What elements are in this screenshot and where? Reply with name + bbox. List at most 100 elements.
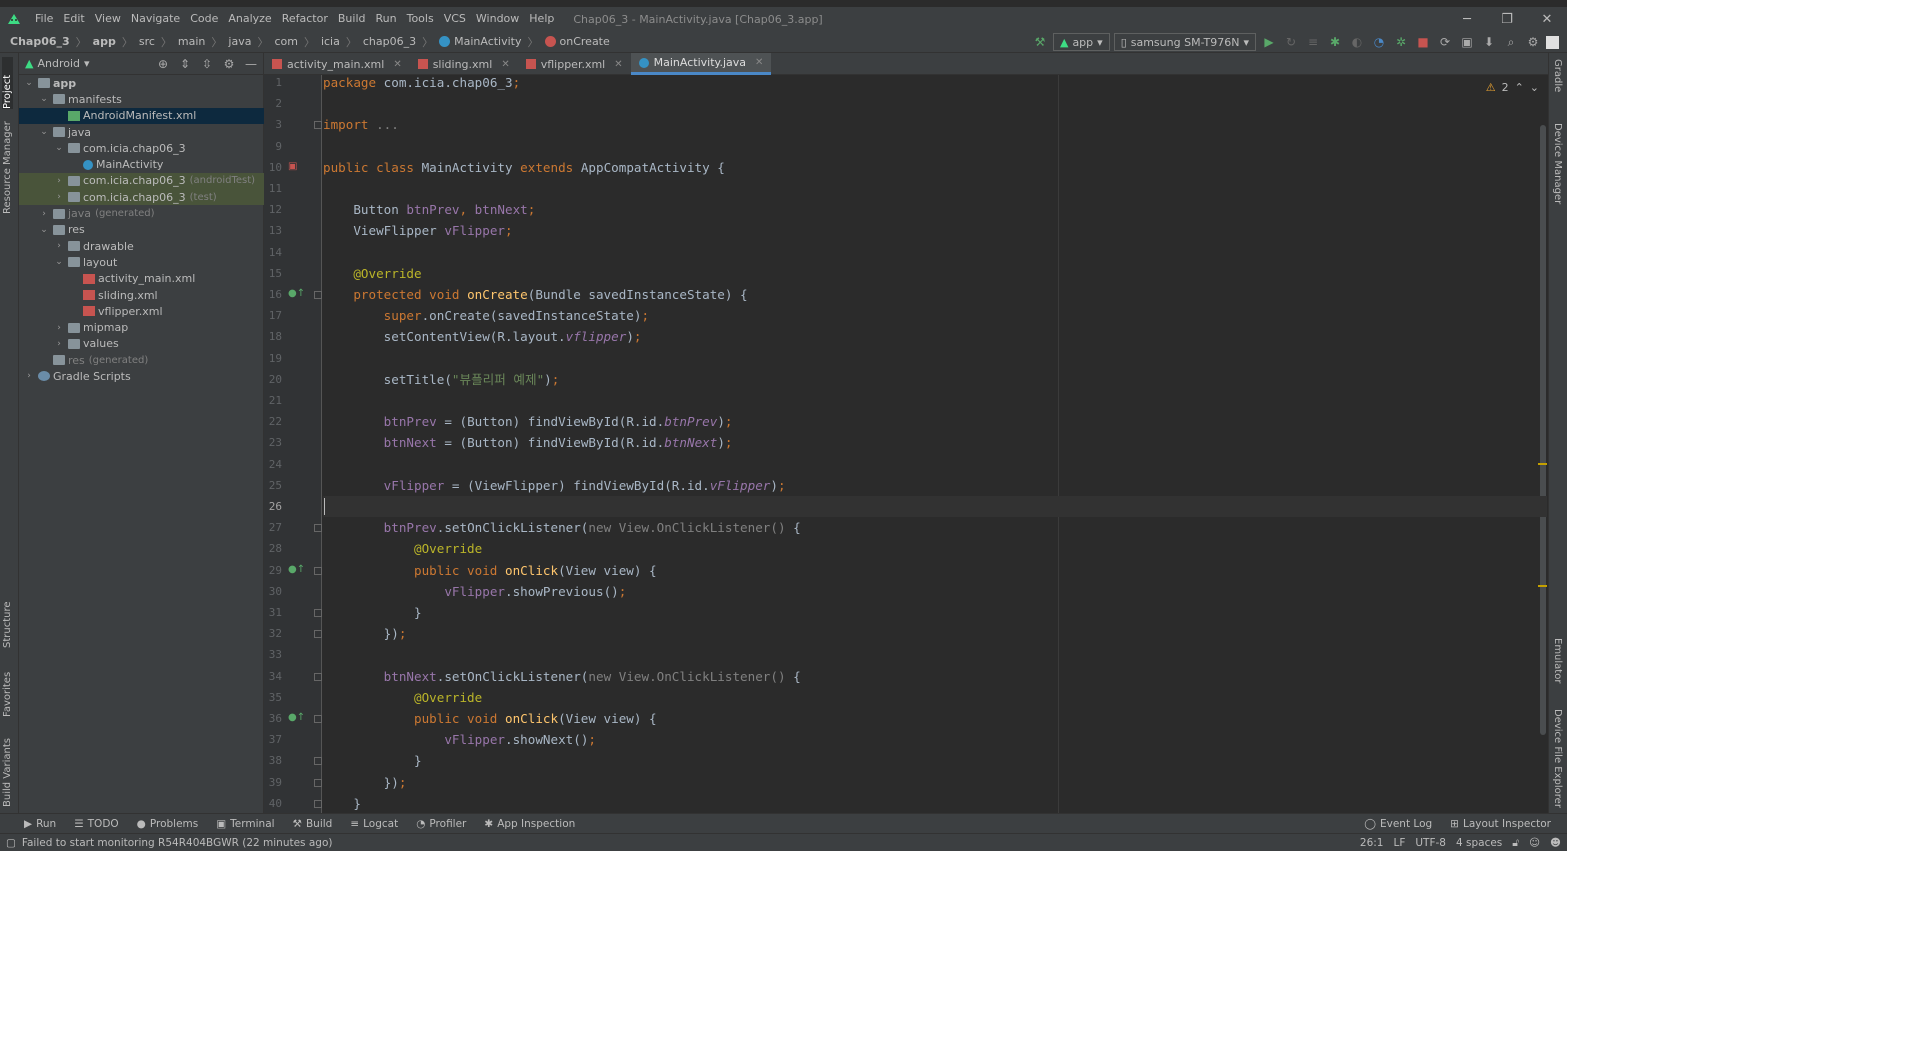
breadcrumb-item[interactable]: icia xyxy=(321,35,340,48)
code-line[interactable] xyxy=(323,644,1547,665)
chevron-right-icon[interactable]: › xyxy=(38,209,50,219)
close-tab-icon[interactable]: ✕ xyxy=(393,59,401,70)
coverage-icon[interactable]: ◐ xyxy=(1348,33,1366,51)
run-icon[interactable]: ▶ xyxy=(1260,33,1278,51)
tree-item[interactable]: ⌄ res xyxy=(19,222,264,238)
device-manager-tool-tab[interactable]: Device Manager xyxy=(1552,123,1563,204)
fold-toggle-icon[interactable] xyxy=(314,778,322,787)
chevron-right-icon[interactable]: › xyxy=(53,323,65,333)
menu-edit[interactable]: Edit xyxy=(58,7,89,31)
code-line[interactable]: vFlipper = (ViewFlipper) findViewById(R.… xyxy=(323,475,1547,496)
fold-toggle-icon[interactable] xyxy=(314,291,322,299)
chevron-down-icon[interactable]: ⌄ xyxy=(53,143,65,153)
code-line[interactable] xyxy=(323,390,1547,411)
resource-manager-tool-tab[interactable]: Resource Manager xyxy=(2,119,13,214)
editor-tab[interactable]: sliding.xml ✕ xyxy=(410,53,518,75)
tree-item[interactable]: › com.icia.chap06_3 (test) xyxy=(19,189,264,206)
code-line[interactable]: protected void onCreate(Bundle savedInst… xyxy=(323,284,1547,305)
chevron-down-icon[interactable]: ⌄ xyxy=(38,225,50,235)
locate-file-icon[interactable]: ⊕ xyxy=(155,55,171,73)
stop-icon[interactable]: ■ xyxy=(1414,33,1432,51)
breadcrumb-item[interactable]: main xyxy=(178,35,205,48)
code-line[interactable]: btnNext.setOnClickListener(new View.OnCl… xyxy=(323,666,1547,687)
editor-tab[interactable]: activity_main.xml ✕ xyxy=(264,53,410,75)
tree-item[interactable]: › values xyxy=(19,336,264,352)
lock-icon[interactable]: 🔓︎ xyxy=(1512,837,1519,850)
device-file-explorer-tool-tab[interactable]: Device File Explorer xyxy=(1552,709,1563,808)
menu-view[interactable]: View xyxy=(90,7,126,31)
breadcrumb-item[interactable]: Chap06_3 xyxy=(10,35,70,48)
device-manager-icon[interactable]: ▣ xyxy=(1458,33,1476,51)
indent-settings[interactable]: 4 spaces xyxy=(1456,837,1502,849)
chevron-right-icon[interactable]: › xyxy=(53,339,65,349)
chevron-down-icon[interactable]: ⌄ xyxy=(23,78,35,88)
code-line[interactable]: setTitle("뷰플리퍼 예제"); xyxy=(323,369,1547,390)
status-message[interactable]: ▢ Failed to start monitoring R54R404BGWR… xyxy=(6,837,332,849)
editor-tab[interactable]: MainActivity.java ✕ xyxy=(630,53,772,75)
build-tool-button[interactable]: ⚒ Build xyxy=(293,818,333,830)
menu-tools[interactable]: Tools xyxy=(402,7,439,31)
problems-tool-button[interactable]: ● Problems xyxy=(137,818,199,830)
code-line[interactable] xyxy=(323,242,1547,263)
logcat-tool-button[interactable]: ≡ Logcat xyxy=(350,818,398,830)
chevron-right-icon[interactable]: › xyxy=(53,241,65,251)
profiler-tool-button[interactable]: ◔ Profiler xyxy=(416,818,466,830)
chevron-right-icon[interactable]: › xyxy=(53,192,65,202)
menu-window[interactable]: Window xyxy=(471,7,524,31)
project-tool-tab[interactable]: Project xyxy=(2,57,13,109)
fold-toggle-icon[interactable] xyxy=(314,609,322,617)
code-line[interactable]: } xyxy=(323,793,1547,813)
project-view-select[interactable]: ▲ Android ▾ xyxy=(25,57,90,70)
build-hammer-icon[interactable]: ⚒ xyxy=(1031,33,1049,51)
caret-position[interactable]: 26:1 xyxy=(1360,837,1384,849)
chevron-right-icon[interactable]: › xyxy=(23,371,35,381)
override-marker-icon[interactable]: ●↑ xyxy=(288,712,305,723)
menu-refactor[interactable]: Refactor xyxy=(277,7,333,31)
build-variants-tool-tab[interactable]: Build Variants xyxy=(2,729,13,807)
menu-code[interactable]: Code xyxy=(185,7,223,31)
sync-gradle-icon[interactable]: ⟳ xyxy=(1436,33,1454,51)
menu-navigate[interactable]: Navigate xyxy=(126,7,185,31)
settings-gear-icon[interactable]: ⚙ xyxy=(1524,33,1542,51)
tree-item[interactable]: › com.icia.chap06_3 (androidTest) xyxy=(19,172,264,190)
restore-button[interactable]: ❐ xyxy=(1487,7,1527,31)
emulator-tool-tab[interactable]: Emulator xyxy=(1552,638,1563,683)
fold-toggle-icon[interactable] xyxy=(314,715,322,723)
code-line[interactable]: @Override xyxy=(323,538,1547,559)
tree-item[interactable]: ⌄ layout xyxy=(19,254,264,270)
tree-item[interactable]: sliding.xml xyxy=(19,287,264,303)
menu-analyze[interactable]: Analyze xyxy=(223,7,276,31)
tree-item[interactable]: activity_main.xml xyxy=(19,271,264,287)
profile-icon[interactable]: ◔ xyxy=(1370,33,1388,51)
tree-item[interactable]: MainActivity xyxy=(19,156,264,172)
code-line[interactable] xyxy=(323,178,1547,199)
tree-item[interactable]: ⌄ com.icia.chap06_3 xyxy=(19,140,264,156)
code-line[interactable] xyxy=(323,496,1547,518)
breadcrumb-item[interactable]: app xyxy=(93,35,116,48)
todo-tool-button[interactable]: ☰ TODO xyxy=(74,818,118,830)
code-line[interactable]: public void onClick(View view) { xyxy=(323,708,1547,729)
fold-toggle-icon[interactable] xyxy=(314,757,322,766)
tree-item[interactable]: AndroidManifest.xml xyxy=(19,107,264,124)
code-line[interactable]: public class MainActivity extends AppCom… xyxy=(323,157,1547,178)
code-line[interactable] xyxy=(323,93,1547,114)
menu-build[interactable]: Build xyxy=(333,7,371,31)
code-line[interactable]: public void onClick(View view) { xyxy=(323,560,1547,581)
menu-file[interactable]: File xyxy=(30,7,58,31)
tree-item[interactable]: ⌄ app xyxy=(19,75,264,91)
code-line[interactable] xyxy=(323,136,1547,157)
tree-item[interactable]: › mipmap xyxy=(19,319,264,335)
tree-item[interactable]: ⌄ manifests xyxy=(19,91,264,107)
fold-toggle-icon[interactable] xyxy=(314,524,322,533)
debug-icon[interactable]: ✱ xyxy=(1326,33,1344,51)
code-line[interactable]: vFlipper.showPrevious(); xyxy=(323,581,1547,602)
editor-tab[interactable]: vflipper.xml ✕ xyxy=(518,53,631,75)
apply-changes-icon[interactable]: ≡ xyxy=(1304,33,1322,51)
code-line[interactable]: import ... xyxy=(323,114,1547,135)
menu-vcs[interactable]: VCS xyxy=(439,7,471,31)
tree-item[interactable]: vflipper.xml xyxy=(19,303,264,319)
fold-toggle-icon[interactable] xyxy=(314,121,322,130)
code-line[interactable]: btnPrev.setOnClickListener(new View.OnCl… xyxy=(323,517,1547,538)
tree-item[interactable]: ⌄ java xyxy=(19,124,264,140)
code-line[interactable]: Button btnPrev, btnNext; xyxy=(323,199,1547,220)
